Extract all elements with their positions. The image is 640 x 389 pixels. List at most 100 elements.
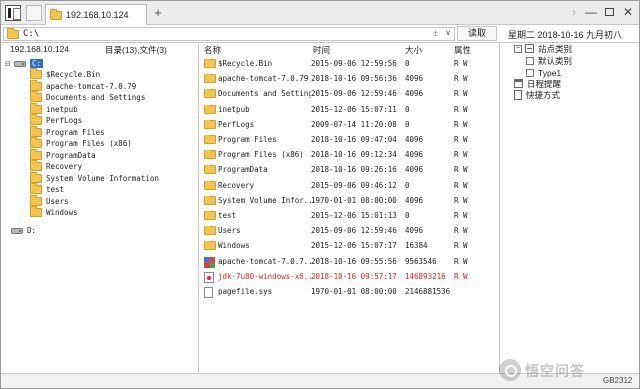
- java-file-icon: [204, 271, 214, 285]
- folder-icon: [30, 114, 42, 125]
- collapse-icon[interactable]: −: [514, 44, 522, 53]
- schedule-item[interactable]: 日程提醒: [514, 78, 561, 89]
- drive-icon: [11, 227, 23, 234]
- tree-folder-item[interactable]: apache-tomcat-7.0.79: [30, 79, 137, 92]
- folder-icon-shape: [204, 104, 216, 114]
- tree-folder-item[interactable]: inetpub: [30, 102, 78, 115]
- tab-active[interactable]: 192.168.10.124: [45, 4, 147, 25]
- blank-tab[interactable]: [26, 5, 42, 21]
- tree-header: 192.168.10.124 目录(13),文件(3): [1, 43, 198, 56]
- file-attr: R W: [454, 104, 468, 114]
- file-row[interactable]: inetpub 2015-12-06 15:07:11 0 R W: [199, 102, 499, 118]
- file-name: apache-tomcat-7.0.79: [218, 74, 309, 84]
- tree-folder-item[interactable]: System Volume Information: [30, 171, 159, 184]
- maximize-button[interactable]: [601, 4, 617, 20]
- watermark-logo-icon: [499, 359, 521, 381]
- tree-folder-label: System Volume Information: [46, 173, 159, 183]
- file-row[interactable]: Recovery 2015-09-06 09:46:12 0 R W: [199, 178, 499, 194]
- file-name: System Volume Infor...: [218, 195, 311, 205]
- tree-folder-item[interactable]: Program Files: [30, 125, 105, 138]
- read-button[interactable]: 读取: [457, 26, 497, 41]
- tree-folder-item[interactable]: test: [30, 183, 64, 195]
- address-clear-icon[interactable]: ±: [433, 28, 438, 38]
- folder-icon: [30, 68, 42, 79]
- file-row[interactable]: System Volume Infor... 1970-01-01 08:00:0…: [199, 193, 499, 209]
- folder-icon: [204, 74, 216, 85]
- app-icon: [204, 256, 215, 270]
- folder-icon-shape: [204, 150, 216, 160]
- tree-folder-item[interactable]: Users: [30, 194, 69, 207]
- tree-folder-item[interactable]: Program Files (x86): [30, 137, 132, 149]
- file-row[interactable]: $Recycle.Bin 2015-09-06 12:59:56 0 R W: [199, 56, 499, 72]
- shortcuts-item[interactable]: 快捷方式: [514, 89, 560, 100]
- file-row[interactable]: apache-tomcat-7.0.7... 2018-10-16 09:55:5…: [199, 254, 499, 270]
- tree-folder-label: apache-tomcat-7.0.79: [46, 81, 137, 91]
- default-category-item[interactable]: 默认类别: [526, 55, 572, 66]
- site-category-item[interactable]: − 站点类别: [514, 43, 572, 54]
- file-row[interactable]: ProgramData 2018-10-16 09:26:16 4096 R W: [199, 162, 499, 178]
- tree-folder-item[interactable]: ProgramData: [30, 148, 96, 161]
- chevron-right-icon[interactable]: ›: [566, 4, 582, 20]
- folder-icon: [30, 183, 42, 194]
- folder-icon: [204, 211, 216, 222]
- column-header-size[interactable]: 大小: [405, 44, 422, 56]
- shortcuts-label: 快捷方式: [526, 89, 561, 100]
- chevron-down-icon[interactable]: ∨: [445, 28, 451, 37]
- file-row[interactable]: pagefile.sys 1970-01-01 08:00:00 214688153…: [199, 284, 499, 300]
- file-icon: [204, 287, 213, 300]
- column-header-name[interactable]: 名称: [204, 44, 221, 56]
- column-header-attr[interactable]: 属性: [454, 44, 471, 56]
- address-input[interactable]: C:\ ± ∨: [3, 27, 455, 41]
- folder-icon: [204, 89, 216, 100]
- tree-drive-d[interactable]: D:: [11, 225, 36, 236]
- file-attr: R W: [454, 89, 468, 99]
- file-size: 4096: [405, 89, 424, 99]
- folder-icon: [30, 102, 42, 114]
- app-icon-shape: [204, 256, 215, 268]
- new-tab-button[interactable]: +: [151, 5, 165, 21]
- app-window: 192.168.10.124 + › — ✕ C:\ ± ∨ 读取 星期二 20…: [0, 0, 640, 389]
- file-size: 0: [405, 211, 410, 220]
- file-size: 4096: [405, 195, 424, 205]
- type1-checkbox[interactable]: [526, 68, 534, 77]
- tree-folder-item[interactable]: Documents and Settings: [30, 91, 145, 103]
- type1-item[interactable]: Type1: [526, 67, 561, 78]
- column-header-time[interactable]: 时间: [313, 44, 330, 56]
- file-row[interactable]: Windows 2015-12-06 15:07:17 16384 R W: [199, 238, 499, 254]
- file-name: Documents and Settings: [218, 89, 311, 99]
- file-row[interactable]: Program Files 2018-10-16 09:47:04 4096 R W: [199, 132, 499, 148]
- tree-folder-item[interactable]: Recovery: [30, 160, 82, 172]
- file-row[interactable]: jdk-7u80-windows-x6... 2018-10-16 09:57:1…: [199, 269, 499, 285]
- file-name: ProgramData: [218, 165, 268, 175]
- file-row[interactable]: test 2015-12-06 15:01:13 0 R W: [199, 208, 499, 224]
- folder-icon: [30, 171, 42, 183]
- file-row[interactable]: apache-tomcat-7.0.79 2018-10-16 09:56:36 4…: [199, 71, 499, 87]
- folder-icon-shape: [204, 135, 216, 144]
- tree-folder-item[interactable]: $Recycle.Bin: [30, 68, 100, 80]
- tab-bar: 192.168.10.124 + › — ✕: [1, 1, 639, 25]
- collapse-icon[interactable]: ⊟: [5, 60, 14, 68]
- panel-toggle-icon[interactable]: [5, 5, 21, 21]
- folder-icon-shape: [204, 89, 216, 99]
- file-time: 2015-09-06 12:59:46: [311, 89, 397, 99]
- file-size: 2146881536: [405, 287, 451, 296]
- file-attr: R W: [454, 74, 468, 84]
- tree-folder-item[interactable]: PerfLogs: [30, 114, 82, 126]
- default-category-checkbox[interactable]: [526, 56, 534, 65]
- category-pane: − 站点类别 默认类别 Type1 日程提醒 快捷方式: [499, 43, 639, 373]
- file-row[interactable]: Program Files (x86) 2018-10-16 09:12:34 40…: [199, 147, 499, 163]
- file-time: 2009-07-14 11:20:08: [311, 119, 397, 129]
- file-row[interactable]: PerfLogs 2009-07-14 11:20:08 0 R W: [199, 117, 499, 133]
- tree-folder-label: Program Files: [46, 127, 105, 137]
- file-name: jdk-7u80-windows-x6...: [218, 271, 311, 281]
- close-button[interactable]: ✕: [620, 4, 636, 20]
- file-row[interactable]: Documents and Settings 2015-09-06 12:59:4…: [199, 86, 499, 102]
- counts-label: 目录(13),文件(3): [105, 45, 167, 55]
- minimize-button[interactable]: —: [583, 4, 599, 20]
- file-row[interactable]: Users 2015-09-06 12:59:46 4096 R W: [199, 223, 499, 239]
- tree-folder-item[interactable]: Windows: [30, 206, 78, 218]
- tree-drive-c[interactable]: ⊟ C:: [5, 58, 44, 69]
- folder-icon: [30, 194, 42, 206]
- default-category-label: 默认类别: [538, 55, 573, 66]
- file-icon-shape: [204, 287, 213, 298]
